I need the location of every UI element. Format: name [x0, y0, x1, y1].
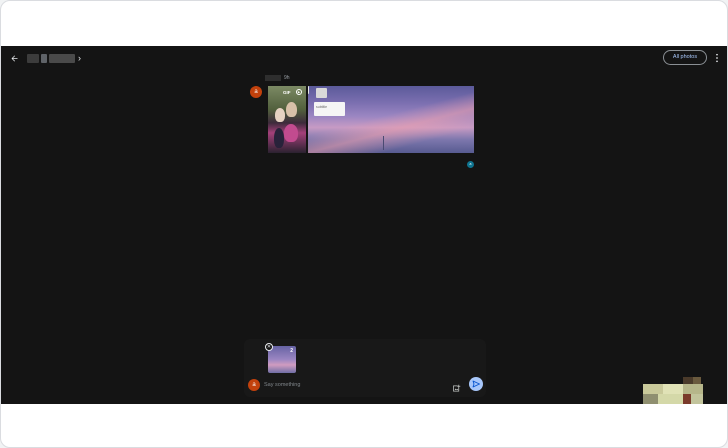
post-time: 9h: [284, 75, 290, 81]
gif-badge: GIF: [283, 90, 291, 95]
sender-name-redacted: [265, 75, 281, 81]
album-title[interactable]: [27, 53, 75, 64]
remove-attachment-button[interactable]: ✕: [265, 343, 273, 351]
composer-avatar: a: [248, 379, 260, 391]
embedded-caption-text: subtitle: [316, 105, 328, 109]
add-photo-button[interactable]: [452, 380, 461, 392]
photo-subject: [284, 124, 298, 142]
photo-subject: [275, 108, 285, 122]
back-button[interactable]: [7, 52, 21, 66]
chevron-right-icon[interactable]: ›: [78, 52, 81, 64]
blurred-title-segment: [49, 54, 75, 63]
blurred-title-segment: [41, 54, 47, 63]
play-icon[interactable]: ▶: [296, 89, 302, 95]
photo-subject: [286, 102, 297, 117]
close-icon: ✕: [266, 344, 272, 350]
message-input[interactable]: [264, 380, 444, 390]
sender-avatar[interactable]: a: [250, 86, 262, 98]
send-button[interactable]: [469, 377, 483, 391]
shared-album-view: › All photos 9h a GIF ▶ subtitle a 2 ✕ a…: [1, 46, 727, 404]
more-options-button[interactable]: [713, 52, 721, 64]
shared-photo-sky[interactable]: subtitle: [308, 86, 474, 153]
photo-divider: [308, 86, 309, 94]
embedded-thumbnail: [316, 88, 327, 98]
arrow-back-icon: [11, 55, 17, 62]
embedded-caption-card: subtitle: [314, 102, 345, 116]
all-photos-button[interactable]: All photos: [663, 50, 707, 65]
send-icon: [472, 380, 480, 388]
add-photo-icon: [453, 384, 461, 392]
photo-subject: [274, 128, 284, 148]
attachment-count: 2: [290, 348, 293, 354]
blurred-title-segment: [27, 54, 39, 63]
pixelated-overlay: [643, 377, 703, 404]
seen-by-avatar: a: [467, 161, 474, 168]
more-vert-icon: [716, 53, 718, 63]
shared-photo-animation[interactable]: GIF ▶: [268, 86, 306, 153]
browser-frame: › All photos 9h a GIF ▶ subtitle a 2 ✕ a…: [0, 0, 728, 448]
message-composer: 2 ✕ a: [244, 339, 486, 397]
attachment-preview[interactable]: 2: [268, 346, 296, 373]
photo-silhouette: [383, 136, 384, 150]
